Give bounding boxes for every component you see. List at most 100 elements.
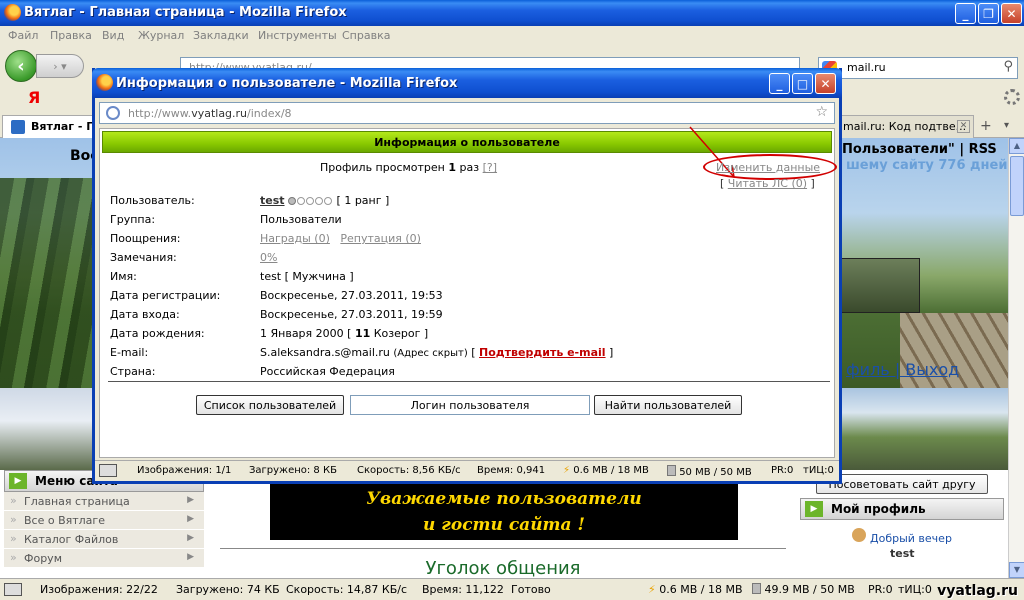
memory-value: 49.9 MB / 50 MB [764,583,855,596]
row-registration: Дата регистрации: Воскресенье, 27.03.201… [110,289,830,308]
notice-line-2: и гости сайта ! [423,515,585,535]
search-icon[interactable]: ⚲ [1003,59,1013,74]
popup-address-bar[interactable]: http://www.vyatlag.ru/index/8 ☆ [99,102,835,124]
menu-help[interactable]: Справка [342,29,390,42]
status-memory-2: 50 MB / 50 MB [667,465,752,478]
help-link[interactable]: [?] [483,161,497,174]
field-value: Воскресенье, 27.03.2011, 19:59 [260,308,443,321]
row-remarks: Замечания: 0% [110,251,830,270]
field-value: S.aleksandra.s@mail.ru (Адрес скрыт) [ П… [260,346,614,359]
status-loaded: Загружено: 74 КБ [176,583,280,596]
views-suffix: раз [459,161,480,174]
status-images: Изображения: 1/1 [137,465,232,476]
login-search-input[interactable]: Логин пользователя [350,395,590,415]
lightning-icon: ⚡ [563,465,571,476]
menu-view[interactable]: Вид [102,29,124,42]
close-tab-icon[interactable]: ✕ [957,120,970,133]
email-address: S.aleksandra.s@mail.ru [260,346,390,359]
status-tic: тИЦ:0 [803,465,834,476]
gear-icon[interactable] [1004,89,1020,105]
chevron-right-icon: ▶ [187,552,194,562]
edit-data-link[interactable]: Изменить данные [716,161,820,174]
tab-list-icon[interactable]: ▾ [1004,120,1009,131]
zodiac-sign: Козерог ] [373,327,429,340]
reputation-link[interactable]: Репутация (0) [340,232,421,245]
menu-item-label: Главная страница [24,495,130,508]
menu-item-about[interactable]: Все о Вятлаге ▶ [4,511,204,530]
greeting-name: test [890,547,915,560]
menu-item-files[interactable]: Каталог Файлов ▶ [4,530,204,549]
close-button[interactable]: ✕ [1001,3,1022,24]
status-loaded: Загружено: 8 КБ [249,465,337,476]
menu-file[interactable]: Файл [8,29,38,42]
popup-minimize-button[interactable]: _ [769,73,790,94]
users-rss-link[interactable]: Пользователи" | RSS [842,142,997,157]
rewards-link[interactable]: Награды (0) [260,232,330,245]
field-value: test [ 1 ранг ] [260,194,389,208]
field-label: Дата входа: [110,308,180,321]
user-rank: [ 1 ранг ] [336,194,390,207]
search-value: mail.ru [847,61,886,74]
status-memory-2: 49.9 MB / 50 MB [752,583,855,596]
row-birthday: Дата рождения: 1 Января 2000 [ 11 Козеро… [110,327,830,346]
page-scrollbar[interactable]: ▲ ▼ [1008,138,1024,578]
yandex-logo[interactable]: Я [28,88,40,107]
row-group: Группа: Пользователи [110,213,830,232]
popup-title: Информация о пользователе - Mozilla Fire… [116,76,458,91]
menu-bookmarks[interactable]: Закладки [193,29,249,42]
menu-tools[interactable]: Инструменты [258,29,337,42]
field-label: Дата рождения: [110,327,205,340]
url-suffix: /index/8 [247,107,292,120]
find-users-button[interactable]: Найти пользователей [594,395,742,415]
user-name-link[interactable]: test [260,194,285,207]
status-time: Время: 11,122 [422,583,504,596]
tab-label: mail.ru: Код подтве... [843,120,967,133]
users-icon [852,528,866,542]
user-list-button[interactable]: Список пользователей [196,395,344,415]
field-label: Поощрения: [110,232,181,245]
disk-icon [667,465,676,476]
chevron-right-icon: ▶ [187,495,194,505]
back-button[interactable]: ‹ [5,50,37,82]
status-memory-1: ⚡ 0.6 MB / 18 MB [563,465,649,476]
tab-label: Вятлаг - Гл [31,120,102,133]
popup-maximize-button[interactable]: □ [792,73,813,94]
minimize-button[interactable]: _ [955,3,976,24]
scroll-down-icon[interactable]: ▼ [1009,562,1024,578]
menu-history[interactable]: Журнал [138,29,184,42]
popup-close-button[interactable]: ✕ [815,73,836,94]
views-prefix: Профиль просмотрен [320,161,445,174]
popup-status-bar: Изображения: 1/1 Загружено: 8 КБ Скорост… [95,460,839,481]
status-state: Готово [511,583,551,596]
scroll-up-icon[interactable]: ▲ [1009,138,1024,154]
menu-item-home[interactable]: Главная страница ▶ [4,492,204,511]
monitor-icon [99,464,117,477]
read-pm-link[interactable]: Читать ЛС (0) [728,177,807,190]
confirm-email-link[interactable]: Подтвердить e-mail [479,346,606,359]
field-value: Пользователи [260,213,342,226]
search-box[interactable]: mail.ru ⚲ [818,57,1018,79]
scroll-thumb[interactable] [1010,156,1024,216]
site-age-text: шему сайту 776 дней [846,158,1008,173]
status-speed: Скорость: 8,56 КБ/с [357,465,461,476]
play-icon: ▶ [805,501,823,517]
row-email: E-mail: S.aleksandra.s@mail.ru (Адрес ск… [110,346,830,365]
house-photo [840,388,1008,470]
remarks-link[interactable]: 0% [260,251,277,264]
menu-item-label: Каталог Файлов [24,533,119,546]
profile-views: Профиль просмотрен 1 раз [?] [320,161,497,174]
chevron-right-icon: ▶ [187,514,194,524]
field-value: Воскресенье, 27.03.2011, 19:53 [260,289,443,302]
forward-button[interactable]: › ▾ [36,54,84,78]
status-pr: PR:0 [868,583,893,596]
new-tab-icon[interactable]: + [980,118,992,134]
menu-item-forum[interactable]: Форум ▶ [4,549,204,568]
menu-edit[interactable]: Правка [50,29,92,42]
right-column: Посоветовать сайт другу ▶ Мой профиль До… [800,470,1004,578]
user-info-popup: Информация о пользователе - Mozilla Fire… [92,68,842,484]
tab-mailru[interactable]: mail.ru: Код подтве... ✕ [838,115,974,138]
restore-button[interactable]: ❐ [978,3,999,24]
bookmark-star-icon[interactable]: ☆ [815,104,828,120]
profile-logout-link[interactable]: филь | Выход [846,360,959,379]
main-title-bar: Вятлаг - Главная страница - Mozilla Fire… [0,0,1024,26]
